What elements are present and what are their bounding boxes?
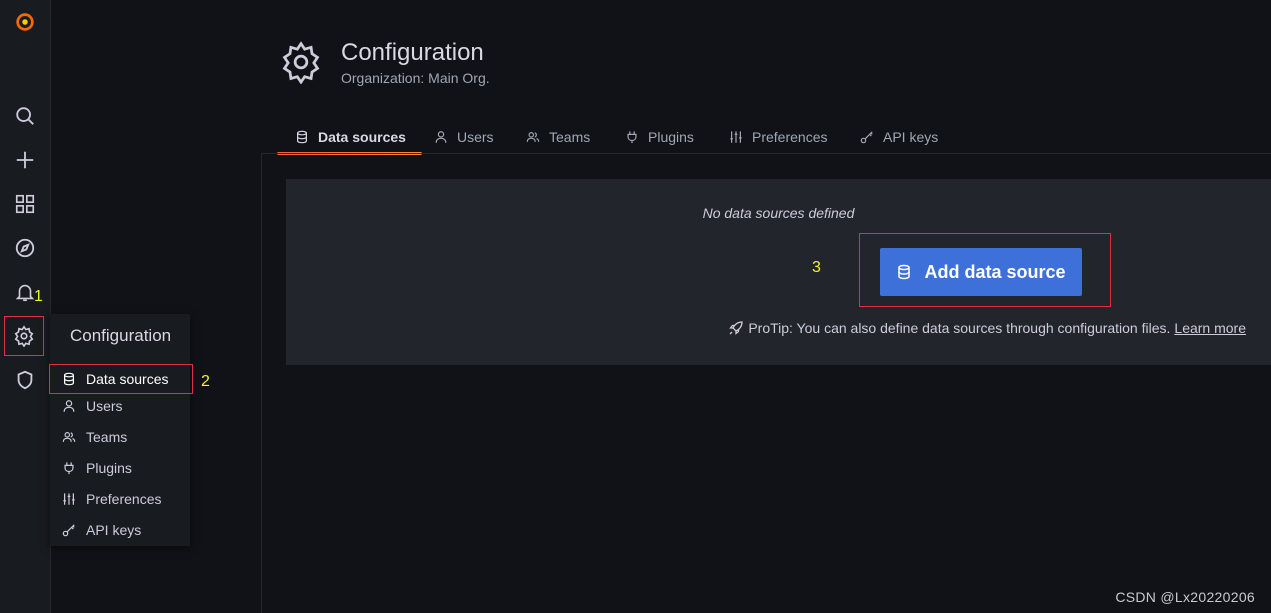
flyout-item-preferences[interactable]: Preferences [62, 488, 161, 510]
gear-icon[interactable] [4, 316, 44, 356]
tab-api-keys[interactable]: API keys [860, 122, 938, 152]
flyout-item-teams[interactable]: Teams [62, 426, 127, 448]
flyout-item-label: Teams [86, 429, 128, 445]
shield-icon[interactable] [7, 362, 43, 398]
tab-label: Data sources [318, 129, 406, 145]
dashboards-icon[interactable] [7, 186, 43, 222]
plug-icon [64, 462, 74, 475]
tab-label: Plugins [648, 129, 694, 145]
empty-list-cta: No data sources defined Add data source … [286, 179, 1271, 365]
tab-plugins[interactable]: Plugins [625, 122, 694, 152]
tab-data-sources[interactable]: Data sources [277, 122, 422, 155]
configuration-flyout-menu: Configuration Data sources 2 Users Teams… [49, 314, 210, 546]
plus-icon[interactable] [7, 142, 43, 178]
flyout-item-plugins[interactable]: Plugins [62, 457, 132, 479]
page-title: Configuration [341, 39, 484, 66]
users-icon [526, 132, 540, 142]
flyout-item-label: Users [86, 398, 123, 414]
sidebar: 1 [0, 0, 51, 613]
key-icon [860, 131, 873, 144]
gear-icon [279, 40, 323, 85]
tab-label: Teams [549, 129, 591, 145]
database-icon [898, 264, 911, 280]
page-subtitle: Organization: Main Org. [341, 70, 490, 86]
flyout-item-users[interactable]: Users [62, 395, 123, 417]
protip-text: ProTip: You can also define data sources… [748, 320, 1171, 336]
annotation-step-2: 2 [201, 373, 210, 390]
flyout-item-data-sources[interactable]: Data sources [49, 364, 193, 394]
annotation-step-1: 1 [34, 288, 43, 305]
grafana-logo-icon[interactable] [7, 4, 43, 40]
users-icon [62, 432, 76, 442]
tab-label: API keys [883, 129, 939, 145]
content-divider [261, 153, 262, 613]
tab-label: Users [457, 129, 494, 145]
rocket-icon [729, 321, 743, 335]
flyout-item-label: Data sources [86, 371, 169, 387]
key-icon [62, 524, 75, 537]
database-icon [64, 372, 74, 386]
add-data-source-label: Add data source [924, 261, 1066, 282]
database-icon [297, 130, 307, 144]
explore-icon[interactable] [7, 230, 43, 266]
protip: ProTip: You can also define data sources… [728, 320, 1246, 336]
tabs-divider [261, 153, 1271, 154]
watermark: CSDN @Lx20220206 [1115, 589, 1255, 605]
flyout-item-label: Plugins [86, 460, 132, 476]
user-icon [435, 131, 447, 143]
tab-teams[interactable]: Teams [526, 122, 590, 152]
flyout-item-label: Preferences [86, 491, 162, 507]
user-icon [63, 400, 75, 412]
sliders-icon [730, 131, 742, 143]
tab-users[interactable]: Users [434, 122, 494, 152]
flyout-title: Configuration [70, 326, 172, 345]
flyout-item-api-keys[interactable]: API keys [62, 519, 141, 541]
annotation-step-3: 3 [812, 259, 821, 276]
plug-icon [627, 131, 637, 144]
tab-label: Preferences [752, 129, 828, 145]
tab-preferences[interactable]: Preferences [729, 122, 827, 152]
sliders-icon [63, 493, 75, 505]
flyout-item-label: API keys [86, 522, 142, 538]
search-icon[interactable] [7, 98, 43, 134]
add-data-source-button[interactable]: Add data source [880, 248, 1082, 296]
empty-state-title: No data sources defined [702, 205, 855, 221]
learn-more-link[interactable]: Learn more [1174, 320, 1246, 336]
